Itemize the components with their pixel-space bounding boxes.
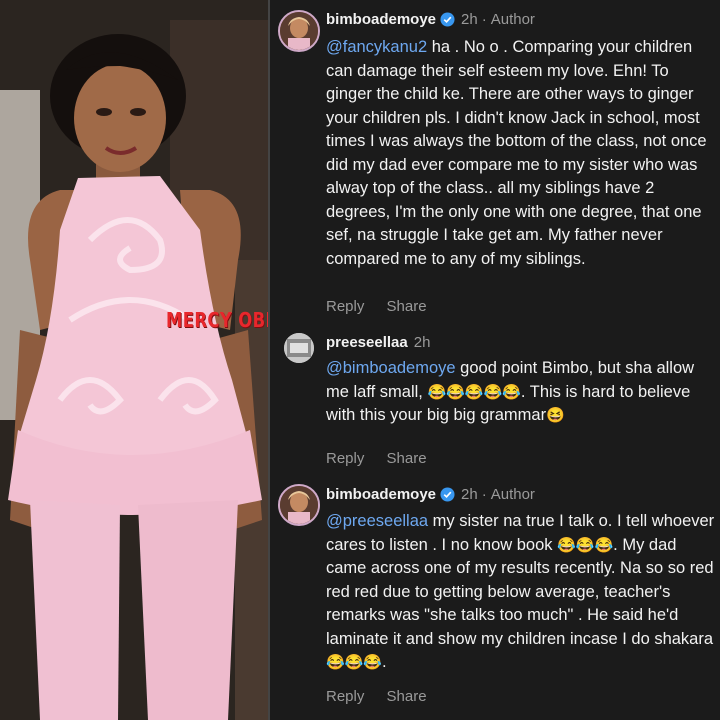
avatar[interactable] [278, 484, 320, 526]
share-button[interactable]: Share [387, 450, 427, 467]
author-badge: Author [490, 11, 535, 28]
mention-link[interactable]: @bimboademoye [326, 359, 456, 377]
reply-button[interactable]: Reply [326, 688, 364, 705]
username[interactable]: preeseellaa [326, 334, 408, 351]
comment-time: 2h [413, 334, 431, 351]
comment-text: @fancykanu2 ha . No o . Comparing your c… [326, 36, 718, 271]
reply-button[interactable]: Reply [326, 450, 364, 467]
comment-time: 2h [461, 11, 478, 28]
woman-photo [0, 0, 268, 720]
avatar-image [280, 486, 318, 524]
username[interactable]: bimboademoye [326, 486, 436, 503]
share-button[interactable]: Share [387, 298, 427, 315]
mention-link[interactable]: @fancykanu2 [326, 38, 427, 56]
comment-text: @bimboademoye good point Bimbo, but sha … [326, 357, 718, 428]
comment-actions: Reply Share [326, 688, 445, 705]
meta-separator: · [481, 11, 487, 28]
avatar[interactable] [284, 333, 314, 363]
avatar-image [280, 12, 318, 50]
comment-text: @preeseellaa my sister na true I talk o.… [326, 510, 718, 675]
verified-badge-icon [440, 12, 455, 27]
comment-body: ha . No o . Comparing your children can … [326, 38, 707, 268]
avatar-image [284, 333, 314, 363]
laughing-emoji-icon: 😂😂😂 [326, 654, 383, 671]
laughing-emoji-icon: 😂😂😂😂😂 [427, 383, 521, 401]
share-button[interactable]: Share [387, 688, 427, 705]
blog-watermark: MERCY OBIDAKE BLOG [166, 308, 268, 332]
photo-panel: MERCY OBIDAKE BLOG [0, 0, 268, 720]
comment-body-end: . [382, 653, 387, 671]
mention-link[interactable]: @preeseellaa [326, 512, 428, 530]
comment-header: preeseellaa 2h [326, 334, 430, 351]
reply-button[interactable]: Reply [326, 298, 364, 315]
laughing-emoji-icon: 😂😂😂 [557, 536, 614, 554]
comment-header: bimboademoye 2h · Author [326, 11, 535, 28]
username[interactable]: bimboademoye [326, 11, 436, 28]
comment-time: 2h [461, 486, 478, 503]
comment-actions: Reply Share [326, 298, 445, 315]
avatar[interactable] [278, 10, 320, 52]
verified-badge-icon [440, 487, 455, 502]
grinning-squint-emoji-icon: 😆 [546, 407, 565, 424]
author-badge: Author [490, 486, 535, 503]
comment-actions: Reply Share [326, 450, 445, 467]
meta-separator: · [481, 486, 487, 503]
comment-header: bimboademoye 2h · Author [326, 486, 535, 503]
comments-panel: bimboademoye 2h · Author @fancykanu2 ha … [268, 0, 720, 720]
